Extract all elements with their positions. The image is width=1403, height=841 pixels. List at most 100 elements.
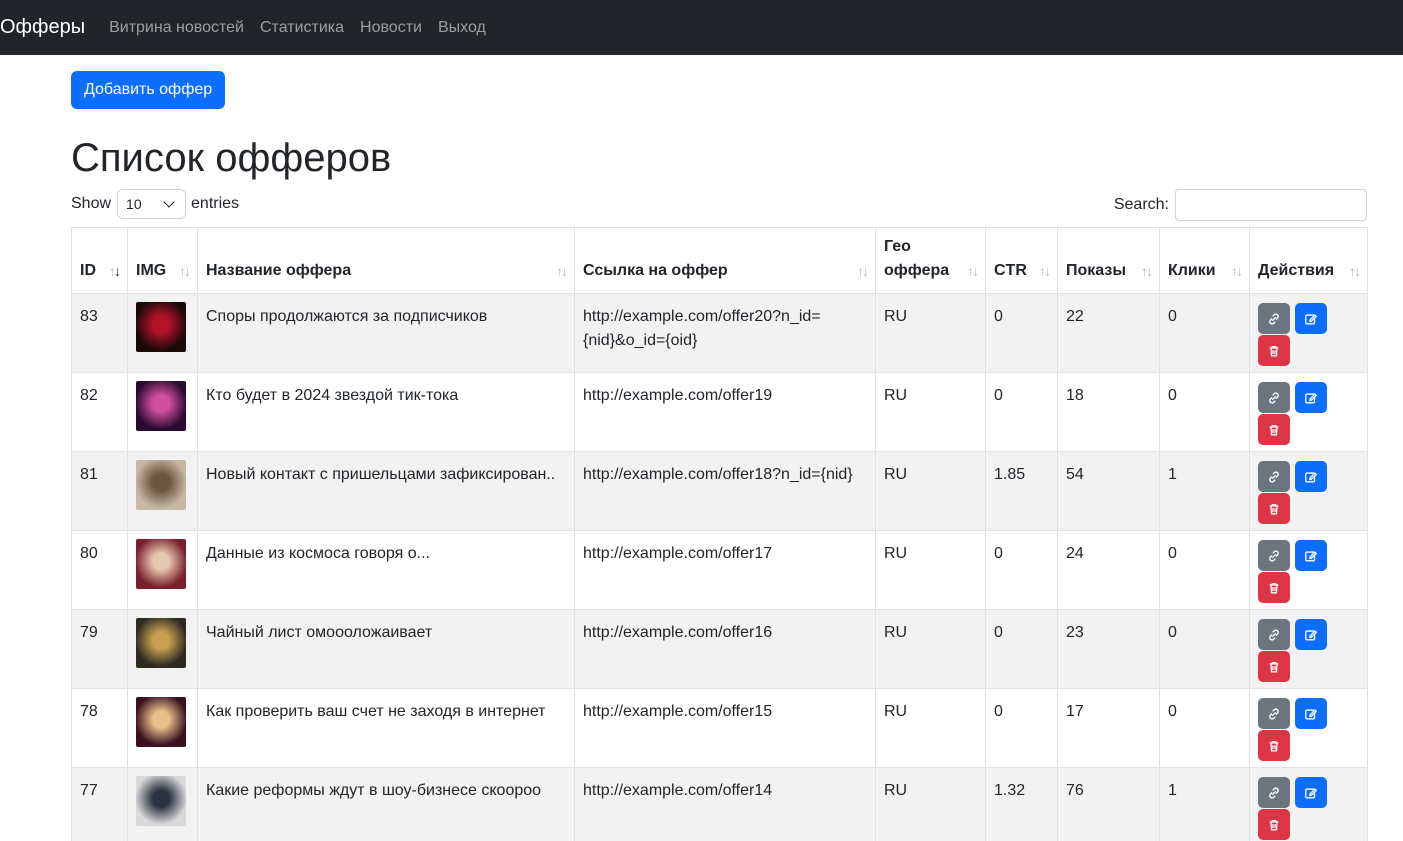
cell-clicks: 1 bbox=[1159, 767, 1250, 841]
delete-offer-button[interactable] bbox=[1258, 651, 1290, 682]
nav-link-news[interactable]: Новости bbox=[360, 19, 422, 37]
delete-offer-button[interactable] bbox=[1258, 493, 1290, 524]
entries-length-select[interactable]: 10 bbox=[117, 189, 187, 219]
cell-id: 80 bbox=[71, 530, 128, 610]
cell-geo: RU bbox=[875, 372, 986, 452]
delete-offer-button[interactable] bbox=[1258, 730, 1290, 761]
copy-link-button[interactable] bbox=[1258, 540, 1290, 571]
col-header-label: Клики bbox=[1168, 262, 1216, 279]
edit-offer-button[interactable] bbox=[1295, 698, 1327, 729]
navbar: Офферы Витрина новостей Статистика Новос… bbox=[0, 0, 1403, 55]
cell-views: 76 bbox=[1057, 767, 1160, 841]
nav-link-statistics[interactable]: Статистика bbox=[260, 19, 344, 37]
cell-views: 54 bbox=[1057, 451, 1160, 531]
col-header-clicks[interactable]: Клики ↑↓ bbox=[1159, 227, 1250, 294]
cell-img bbox=[127, 688, 198, 768]
sort-icon: ↑↓ bbox=[1039, 263, 1051, 279]
entries-length-value: 10 bbox=[126, 196, 142, 212]
cell-link: http://example.com/offer20?n_id={nid}&o_… bbox=[574, 293, 876, 373]
col-header-label: Название оффера bbox=[206, 262, 352, 279]
cell-link: http://example.com/offer14 bbox=[574, 767, 876, 841]
copy-link-button[interactable] bbox=[1258, 303, 1290, 334]
offer-thumbnail-image bbox=[136, 697, 186, 747]
cell-link: http://example.com/offer18?n_id={nid} bbox=[574, 451, 876, 531]
copy-link-button[interactable] bbox=[1258, 461, 1290, 492]
cell-views: 23 bbox=[1057, 609, 1160, 689]
edit-offer-button[interactable] bbox=[1295, 303, 1327, 334]
cell-name: Чайный лист омоооложаивает bbox=[197, 609, 575, 689]
copy-link-button[interactable] bbox=[1258, 777, 1290, 808]
cell-ctr: 1.32 bbox=[985, 767, 1058, 841]
link-icon bbox=[1267, 470, 1281, 484]
link-icon bbox=[1267, 549, 1281, 563]
col-header-label: Действия bbox=[1258, 262, 1335, 279]
offers-table: ID ↑↓ IMG ↑↓ Название оффера ↑↓ Ссылка на о… bbox=[71, 227, 1368, 841]
col-header-label: CTR bbox=[994, 262, 1027, 279]
cell-actions bbox=[1249, 372, 1368, 452]
offer-thumbnail-image bbox=[136, 460, 186, 510]
cell-actions bbox=[1249, 767, 1368, 841]
nav-link-news-showcase[interactable]: Витрина новостей bbox=[109, 19, 244, 37]
search-input[interactable] bbox=[1175, 189, 1367, 221]
offer-thumbnail-image bbox=[136, 776, 186, 826]
col-header-img[interactable]: IMG ↑↓ bbox=[127, 227, 198, 294]
edit-offer-button[interactable] bbox=[1295, 461, 1327, 492]
cell-img bbox=[127, 451, 198, 531]
cell-views: 18 bbox=[1057, 372, 1160, 452]
cell-clicks: 0 bbox=[1159, 530, 1250, 610]
edit-offer-button[interactable] bbox=[1295, 540, 1327, 571]
link-icon bbox=[1267, 391, 1281, 405]
col-header-id[interactable]: ID ↑↓ bbox=[71, 227, 128, 294]
cell-actions bbox=[1249, 530, 1368, 610]
edit-icon bbox=[1304, 312, 1318, 326]
col-header-link[interactable]: Ссылка на оффер ↑↓ bbox=[574, 227, 876, 294]
cell-link: http://example.com/offer17 bbox=[574, 530, 876, 610]
link-icon bbox=[1267, 628, 1281, 642]
cell-link: http://example.com/offer16 bbox=[574, 609, 876, 689]
search-control: Search: bbox=[1114, 189, 1367, 221]
edit-offer-button[interactable] bbox=[1295, 382, 1327, 413]
cell-clicks: 1 bbox=[1159, 451, 1250, 531]
nav-link-logout[interactable]: Выход bbox=[438, 19, 486, 37]
trash-icon bbox=[1267, 739, 1281, 753]
col-header-ctr[interactable]: CTR ↑↓ bbox=[985, 227, 1058, 294]
cell-clicks: 0 bbox=[1159, 372, 1250, 452]
copy-link-button[interactable] bbox=[1258, 382, 1290, 413]
copy-link-button[interactable] bbox=[1258, 619, 1290, 650]
edit-offer-button[interactable] bbox=[1295, 619, 1327, 650]
delete-offer-button[interactable] bbox=[1258, 414, 1290, 445]
offer-thumbnail-image bbox=[136, 381, 186, 431]
copy-link-button[interactable] bbox=[1258, 698, 1290, 729]
col-header-label: Гео оффера bbox=[884, 238, 950, 279]
table-row: 78 Как проверить ваш счет не заходя в инт… bbox=[71, 688, 1368, 768]
delete-offer-button[interactable] bbox=[1258, 809, 1290, 840]
col-header-views[interactable]: Показы ↑↓ bbox=[1057, 227, 1160, 294]
cell-name: Споры продолжаются за подписчиков bbox=[197, 293, 575, 373]
col-header-actions[interactable]: Действия ↑↓ bbox=[1249, 227, 1368, 294]
cell-id: 79 bbox=[71, 609, 128, 689]
delete-offer-button[interactable] bbox=[1258, 572, 1290, 603]
col-header-name[interactable]: Название оффера ↑↓ bbox=[197, 227, 575, 294]
offer-thumbnail-image bbox=[136, 539, 186, 589]
cell-id: 78 bbox=[71, 688, 128, 768]
cell-actions bbox=[1249, 609, 1368, 689]
edit-offer-button[interactable] bbox=[1295, 777, 1327, 808]
cell-geo: RU bbox=[875, 767, 986, 841]
add-offer-button[interactable]: Добавить оффер bbox=[71, 71, 226, 109]
trash-icon bbox=[1267, 581, 1281, 595]
cell-views: 17 bbox=[1057, 688, 1160, 768]
col-header-geo[interactable]: Гео оффера ↑↓ bbox=[875, 227, 986, 294]
trash-icon bbox=[1267, 818, 1281, 832]
trash-icon bbox=[1267, 344, 1281, 358]
delete-offer-button[interactable] bbox=[1258, 335, 1290, 366]
cell-id: 81 bbox=[71, 451, 128, 531]
table-row: 77 Какие реформы ждут в шоу-бизнесе скоор… bbox=[71, 767, 1368, 841]
sort-icon: ↑↓ bbox=[179, 263, 191, 279]
cell-name: Какие реформы ждут в шоу-бизнесе скоороо bbox=[197, 767, 575, 841]
navbar-brand[interactable]: Офферы bbox=[0, 16, 85, 39]
table-row: 82 Кто будет в 2024 звездой тик-тока http:… bbox=[71, 372, 1368, 452]
cell-name: Данные из космоса говоря о... bbox=[197, 530, 575, 610]
cell-clicks: 0 bbox=[1159, 293, 1250, 373]
link-icon bbox=[1267, 312, 1281, 326]
sort-icon: ↑↓ bbox=[556, 263, 568, 279]
